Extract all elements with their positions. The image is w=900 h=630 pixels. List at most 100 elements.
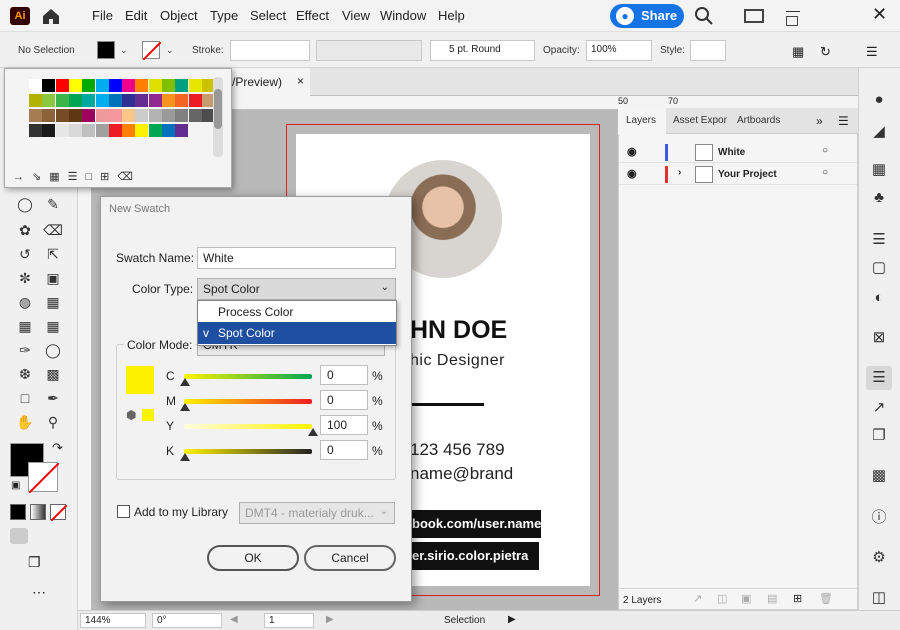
collect-icon[interactable]: ◫ [717, 592, 727, 605]
libraries-icon[interactable]: ▩ [866, 464, 892, 488]
channel-value-field[interactable]: 0 [320, 365, 368, 385]
swatch[interactable] [68, 109, 82, 122]
home-icon[interactable] [40, 6, 62, 26]
channel-slider[interactable] [184, 449, 312, 454]
swatch[interactable] [148, 109, 162, 122]
stroke-swatch[interactable] [142, 41, 162, 61]
draw-modes-icon[interactable] [10, 528, 68, 546]
swatch[interactable] [188, 79, 202, 92]
swatch[interactable] [148, 94, 162, 107]
default-colors-icon[interactable]: ▣ [11, 480, 20, 491]
channel-slider[interactable] [184, 424, 312, 429]
panel-expand-icon[interactable]: » [816, 114, 823, 128]
variable-width-select[interactable] [316, 40, 422, 61]
menu-object[interactable]: Object [160, 8, 198, 23]
blend-tool-icon[interactable]: ◯ [42, 340, 64, 360]
card-name[interactable]: HN DOE [410, 316, 507, 345]
screen-mode-icon[interactable]: ❐ [28, 554, 41, 571]
swatch[interactable] [108, 94, 122, 107]
color-palette-icon[interactable]: ● [866, 88, 892, 112]
eyedropper-tool-icon[interactable]: ✑ [14, 340, 36, 360]
opacity-field[interactable]: 100% [586, 40, 652, 61]
expand-arrow-icon[interactable]: › [678, 167, 681, 178]
swatch[interactable] [68, 124, 82, 137]
swatch[interactable] [162, 94, 175, 107]
slider-thumb[interactable] [180, 403, 190, 411]
swatch[interactable] [188, 94, 202, 107]
channel-slider[interactable] [184, 399, 312, 404]
tab-artboards[interactable]: Artboards [737, 115, 780, 126]
more-tools-icon[interactable]: ⋯ [32, 584, 46, 601]
free-transform-tool-icon[interactable]: ▣ [42, 268, 64, 288]
swatch[interactable] [108, 109, 122, 122]
clip-icon[interactable]: ▣ [741, 592, 751, 605]
swatch[interactable] [122, 109, 136, 122]
shaper-tool-icon[interactable]: ✿ [14, 220, 36, 240]
swatch[interactable] [122, 124, 136, 137]
swap-colors-icon[interactable]: ↷ [52, 440, 63, 456]
sublayer-icon[interactable]: ▤ [767, 592, 777, 605]
swatch[interactable] [95, 124, 109, 137]
close-icon[interactable]: ✕ [872, 4, 887, 25]
target-icon[interactable]: ○ [822, 145, 828, 156]
swatch[interactable] [82, 94, 96, 107]
artboards-icon[interactable]: ❐ [866, 424, 892, 448]
swatch[interactable] [55, 124, 69, 137]
panel-menu-icon[interactable]: ☰ [838, 114, 849, 128]
slider-thumb[interactable] [180, 378, 190, 386]
channel-value-field[interactable]: 0 [320, 440, 368, 460]
swatch[interactable] [29, 79, 42, 92]
swatch[interactable] [175, 124, 189, 137]
stroke-color-icon[interactable] [28, 462, 60, 494]
swatch[interactable] [95, 79, 109, 92]
slider-thumb[interactable] [180, 453, 190, 461]
swatch[interactable] [122, 79, 136, 92]
channel-value-field[interactable]: 0 [320, 390, 368, 410]
swatch[interactable] [122, 94, 136, 107]
layer-name[interactable]: White [718, 147, 745, 158]
swatch[interactable] [68, 79, 82, 92]
scale-tool-icon[interactable]: ⇱ [42, 244, 64, 264]
swatch[interactable] [148, 124, 162, 137]
layers-icon[interactable]: ☰ [866, 366, 892, 390]
eye-icon[interactable]: ◉ [627, 145, 637, 158]
artboard-select[interactable]: 1 [264, 613, 314, 628]
warp-tool-icon[interactable]: ✼ [14, 268, 36, 288]
divider-line[interactable] [400, 403, 484, 406]
rotation-select[interactable]: 0° [152, 613, 222, 628]
swatch[interactable] [42, 109, 56, 122]
swatch[interactable] [42, 124, 56, 137]
symbol-sprayer-tool-icon[interactable]: ❆ [14, 364, 36, 384]
card-social-2[interactable]: er.sirio.color.pietra [404, 542, 539, 570]
swatch-name-field[interactable]: White [197, 247, 396, 269]
zoom-select[interactable]: 144% [80, 613, 146, 628]
locate-icon[interactable]: ↗ [693, 592, 702, 605]
swatch[interactable] [108, 79, 122, 92]
tab-asset-export[interactable]: Asset Expor [673, 115, 727, 126]
swatch[interactable] [188, 109, 202, 122]
layer-row-white[interactable]: ◉ White ○ [619, 142, 857, 163]
menu-select[interactable]: Select [250, 8, 286, 23]
swatch[interactable] [95, 109, 109, 122]
add-to-library-checkbox[interactable] [117, 505, 130, 518]
style-select[interactable] [690, 40, 726, 61]
info-icon[interactable]: ⓘ [866, 506, 892, 530]
properties-icon[interactable]: ⚙ [866, 546, 892, 570]
swatch[interactable] [175, 109, 189, 122]
shape-builder-tool-icon[interactable]: ◍ [14, 292, 36, 312]
color-type-select[interactable]: Spot Color ⌄ [197, 278, 396, 300]
swatches-icon[interactable]: ▦ [866, 158, 892, 182]
perspective-grid-tool-icon[interactable]: ▦ [42, 292, 64, 312]
option-process-color[interactable]: Process Color [198, 301, 396, 323]
card-job-title[interactable]: hic Designer [410, 352, 505, 370]
brush-select[interactable]: 5 pt. Round [430, 40, 535, 61]
transform-icon[interactable]: ↻ [820, 44, 831, 60]
swatch[interactable] [162, 79, 175, 92]
swatch-scrollbar[interactable] [213, 77, 223, 157]
paintbrush-tool-icon[interactable]: ✎ [42, 194, 64, 214]
appearance-icon[interactable]: ◐ [866, 286, 892, 310]
chevron-down-icon[interactable]: ⌄ [120, 45, 128, 56]
next-artboard-icon[interactable]: ▶ [326, 614, 334, 625]
eye-icon[interactable]: ◉ [627, 167, 637, 180]
swatch[interactable] [68, 94, 82, 107]
